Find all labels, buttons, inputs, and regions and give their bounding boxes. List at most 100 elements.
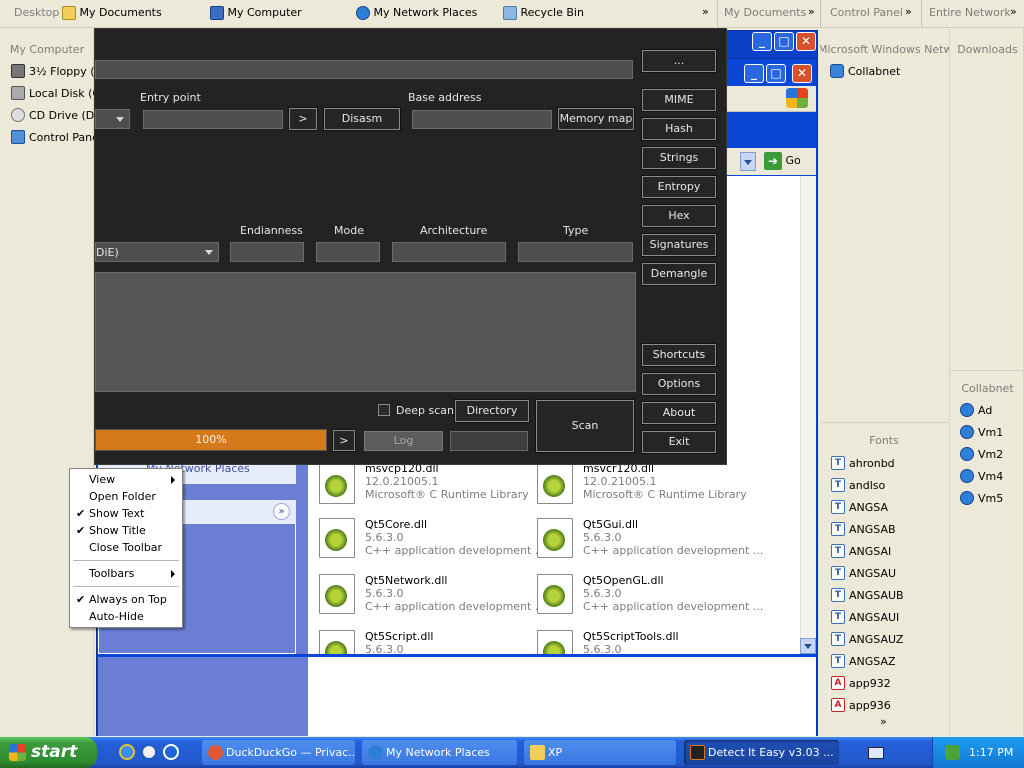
directory-button[interactable]: Directory [454,399,530,423]
file-tile[interactable]: Qt5ScriptTools.dll 5.6.3.0 [537,630,747,654]
quicklink-network-places[interactable]: My Network Places [356,6,477,20]
fonts-more-chevron[interactable]: » [880,715,887,728]
font-item[interactable]: T ANGSAUB [827,588,904,602]
scroll-down-button[interactable] [800,638,816,654]
memory-map-button[interactable]: Memory map [557,107,635,131]
signatures-button[interactable]: Signatures [641,233,717,257]
about-button[interactable]: About [641,401,717,425]
quicklink-recycle-bin[interactable]: Recycle Bin [503,6,584,20]
font-item[interactable]: T ANGSAUI [827,610,899,624]
taskbar-button-network-places[interactable]: My Network Places [362,740,517,765]
quicklaunch-ie-icon[interactable] [119,744,135,760]
menu-item-view[interactable]: View [89,473,115,486]
taskbar-button-duckduckgo[interactable]: DuckDuckGo — Privac... [202,740,355,765]
font-item[interactable]: T ANGSAU [827,566,896,580]
start-button[interactable]: start [0,737,97,768]
hex-button[interactable]: Hex [641,204,717,228]
quicklink-my-documents[interactable]: My Documents [62,6,162,20]
tray-network-icon[interactable] [945,745,960,760]
computer-icon [960,425,974,439]
endianness-field[interactable] [230,242,304,262]
base-address-field[interactable] [412,110,552,129]
close-button[interactable]: ✕ [796,32,816,51]
log-button[interactable]: Log [364,431,443,451]
quicklink-my-computer[interactable]: My Computer [210,6,302,20]
file-tile[interactable]: msvcp120.dll 12.0.21005.1 Microsoft® C R… [319,462,529,510]
collabnet-item[interactable]: Vm2 [956,447,1003,461]
maximize-button[interactable]: □ [774,32,794,51]
exit-button[interactable]: Exit [641,430,717,454]
desktop-toolbar-chevron[interactable]: » [702,5,709,18]
minimize-button[interactable]: _ [744,64,764,83]
network-collabnet[interactable]: Collabnet [826,64,900,78]
demangle-button[interactable]: Demangle [641,262,717,286]
font-item[interactable]: Aapp932 [827,676,891,690]
scan-engine-combo[interactable]: DiE) [95,242,219,262]
file-tile[interactable]: Qt5OpenGL.dll 5.6.3.0 C++ application de… [537,574,763,622]
control-panel-item[interactable]: Control Panel [7,130,102,144]
hash-button[interactable]: Hash [641,117,717,141]
drive-cd[interactable]: CD Drive (D:) [7,108,102,122]
vertical-scrollbar[interactable] [800,176,816,654]
file-tile[interactable]: msvcr120.dll 12.0.21005.1 Microsoft® C R… [537,462,747,510]
quicklaunch-media-icon[interactable] [163,744,179,760]
font-item[interactable]: Aapp936 [827,698,891,712]
detect-it-easy-icon [690,745,705,760]
file-tile[interactable]: Qt5Network.dll 5.6.3.0 C++ application d… [319,574,545,622]
shortcuts-button[interactable]: Shortcuts [641,343,717,367]
font-item[interactable]: T ANGSA [827,500,888,514]
collabnet-item[interactable]: Vm1 [956,425,1003,439]
menu-item-auto-hide[interactable]: Auto-Hide [89,610,144,623]
mime-button[interactable]: MIME [641,88,717,112]
browse-button[interactable]: ... [641,49,717,73]
scan-results-area[interactable] [95,272,636,392]
mydocs-toolbar-chevron[interactable]: » [808,5,815,18]
type-field[interactable] [518,242,633,262]
architecture-field[interactable] [392,242,506,262]
language-bar-icon[interactable] [868,747,884,759]
menu-item-close-toolbar[interactable]: Close Toolbar [89,541,162,554]
maximize-button[interactable]: □ [766,64,786,83]
menu-item-always-on-top[interactable]: Always on Top [89,593,167,606]
collabnet-item[interactable]: Vm5 [956,491,1003,505]
minimize-button[interactable]: _ [752,32,772,51]
options-button[interactable]: Options [641,372,717,396]
font-item[interactable]: T ANGSAI [827,544,891,558]
taskbar-button-xp[interactable]: XP [524,740,676,765]
entry-point-field[interactable] [143,110,283,129]
file-tile[interactable]: Qt5Core.dll 5.6.3.0 C++ application deve… [319,518,545,566]
font-item[interactable]: Tandlso [827,478,885,492]
scan-button[interactable]: Scan [535,399,635,453]
disasm-button[interactable]: Disasm [323,107,401,131]
entropy-button[interactable]: Entropy [641,175,717,199]
address-dropdown-button[interactable] [740,152,756,171]
go-button[interactable]: ➜ Go [764,152,801,170]
taskbar-button-detect-it-easy[interactable]: Detect It Easy v3.03 ... [684,740,839,765]
entry-point-go-button[interactable]: > [288,107,318,131]
font-item[interactable]: T ANGSAZ [827,654,896,668]
dll-file-icon [319,630,355,654]
network-toolbar-chevron[interactable]: » [1010,5,1017,18]
font-item[interactable]: T ANGSAB [827,522,896,536]
font-item[interactable]: T ANGSAUZ [827,632,903,646]
font-item[interactable]: Tahronbd [827,456,895,470]
deep-scan-checkbox[interactable] [378,404,390,416]
strings-button[interactable]: Strings [641,146,717,170]
menu-item-show-title[interactable]: Show Title [89,524,146,537]
close-button[interactable]: ✕ [792,64,812,83]
mode-field[interactable] [316,242,380,262]
collabnet-item[interactable]: Ad [956,403,992,417]
file-type-combo[interactable] [95,109,130,129]
file-path-field[interactable] [95,60,633,79]
file-tile[interactable]: Qt5Gui.dll 5.6.3.0 C++ application devel… [537,518,763,566]
collabnet-item[interactable]: Vm4 [956,469,1003,483]
quicklaunch-browser-icon[interactable] [141,744,157,760]
drive-floppy[interactable]: 3½ Floppy (A [7,64,102,78]
file-tile[interactable]: Qt5Script.dll 5.6.3.0 [319,630,529,654]
menu-item-toolbars[interactable]: Toolbars [89,567,134,580]
progress-next-button[interactable]: > [332,429,356,452]
controlpanel-toolbar-chevron[interactable]: » [905,5,912,18]
menu-item-show-text[interactable]: Show Text [89,507,144,520]
drive-local-disk[interactable]: Local Disk (C:) [7,86,108,100]
menu-item-open-folder[interactable]: Open Folder [89,490,156,503]
